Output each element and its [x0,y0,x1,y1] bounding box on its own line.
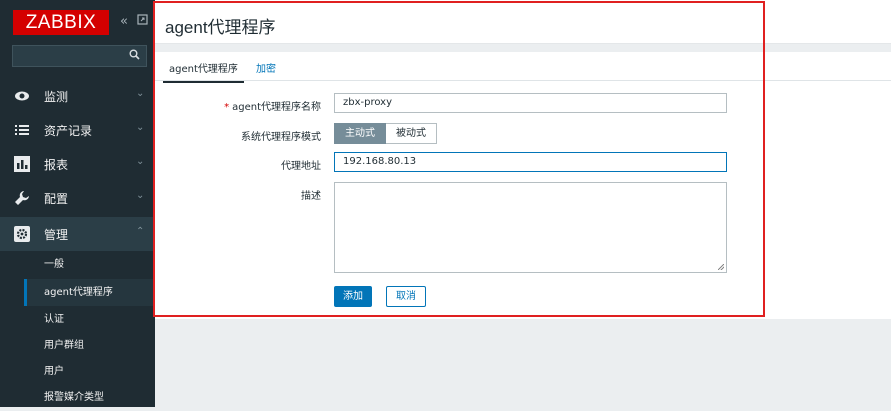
name-label-text: agent代理程序名称 [232,102,321,113]
page-title: agent代理程序 [165,18,276,37]
submenu-item-authentication[interactable]: 认证 [24,306,155,333]
mode-label: 系统代理程序模式 [241,132,321,143]
proxy-mode-toggle: 主动式 被动式 [334,123,437,144]
submenu-item-agent-proxies[interactable]: agent代理程序 [24,279,155,306]
proxy-name-field[interactable]: zbx-proxy [334,93,727,113]
menu-item-configuration[interactable]: 配置 ⌄ [0,181,155,215]
gear-icon [14,226,30,242]
required-marker: * [224,102,230,113]
submenu-item-general[interactable]: 一般 [24,251,155,278]
chevron-down-icon: ⌄ [136,88,145,99]
admin-submenu: 一般 agent代理程序 认证 用户群组 用户 报警媒介类型 [0,251,155,407]
menu-item-inventory[interactable]: 资产记录 ⌄ [0,113,155,147]
description-label: 描述 [301,191,321,202]
proxy-form: agent代理程序 加密 * agent代理程序名称 zbx-proxy 系统代理… [155,52,891,319]
chevron-down-icon: ⌄ [136,122,145,133]
logo-row: ZABBIX « [0,0,155,44]
resize-grip-icon[interactable] [718,264,724,270]
chevron-up-icon: ⌃ [136,226,145,237]
name-label: * agent代理程序名称 [224,98,321,113]
zabbix-logo[interactable]: ZABBIX [13,10,109,35]
menu-item-monitoring[interactable]: 监测 ⌄ [0,79,155,113]
menu-item-administration[interactable]: 管理 ⌃ [0,217,155,251]
eye-icon [15,91,29,101]
description-field[interactable] [334,182,727,273]
proxy-address-field[interactable]: 192.168.80.13 [334,152,727,172]
cancel-button[interactable]: 取消 [386,286,426,307]
double-chevron-left-icon[interactable]: « [120,14,128,29]
wrench-icon [15,191,29,205]
submenu-item-users[interactable]: 用户 [24,358,155,385]
mode-active-option[interactable]: 主动式 [334,123,386,144]
menu-label: 管理 [44,228,69,242]
menu-item-reports[interactable]: 报表 ⌄ [0,147,155,181]
menu-label: 配置 [44,192,69,206]
submenu-item-user-groups[interactable]: 用户群组 [24,332,155,359]
menu-label: 资产记录 [44,124,93,138]
chevron-down-icon: ⌄ [136,156,145,167]
main-content: agent代理程序 agent代理程序 加密 * agent代理程序名称 zbx-… [155,0,891,407]
menu-label: 报表 [44,158,69,172]
kiosk-icon[interactable] [137,14,148,29]
mode-passive-option[interactable]: 被动式 [386,123,437,144]
tab-bar: agent代理程序 加密 [155,52,891,83]
tab-agent-proxy[interactable]: agent代理程序 [163,60,244,83]
menu-label: 监测 [44,90,69,104]
list-icon [15,125,29,135]
chevron-down-icon: ⌄ [136,190,145,201]
sidebar: ZABBIX « 监测 ⌄ 资产记录 ⌄ 报表 ⌄ 配置 ⌄ 管理 ⌃ 一般 a… [0,0,155,407]
address-label: 代理地址 [281,161,321,172]
page-header: agent代理程序 [155,0,891,44]
search-input[interactable] [12,45,147,67]
tab-encryption[interactable]: 加密 [256,60,276,75]
search-icon[interactable] [129,49,140,60]
add-button[interactable]: 添加 [334,286,372,307]
bar-chart-icon [14,156,30,172]
